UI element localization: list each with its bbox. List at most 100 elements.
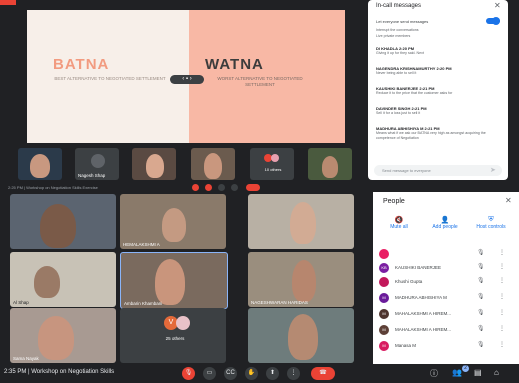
chat-icon[interactable]: ▤	[474, 368, 482, 377]
mic-icon[interactable]	[192, 184, 199, 191]
present-icon[interactable]	[231, 184, 238, 191]
close-icon[interactable]: ✕	[494, 1, 501, 10]
info-icon[interactable]: ⓘ	[430, 368, 438, 379]
video-tile[interactable]	[248, 194, 354, 249]
presentation-slide: BATNA BEST ALTERNATIVE TO NEGOTIATED SET…	[27, 10, 345, 143]
slide-navigation[interactable]: ‹ ▪ ›	[170, 75, 204, 84]
participant-video	[204, 153, 222, 179]
strip-tile[interactable]	[18, 148, 62, 180]
captions-icon[interactable]: CC	[224, 367, 237, 380]
mic-off-icon[interactable]: 🎙	[477, 277, 485, 284]
participant-row[interactable]: M MAHALAKSHMI A HIREM... 🎙 ⋮	[379, 324, 511, 337]
end-call-icon[interactable]: ☎	[311, 367, 335, 380]
participant-row[interactable]: M MAHALAKSHMI A HIREM... 🎙 ⋮	[379, 308, 511, 321]
mic-icon[interactable]: 🎙	[182, 367, 195, 380]
more-icon[interactable]: ⋮	[499, 341, 505, 348]
video-tile[interactable]: NAGESHWARAN HARIDAS	[248, 252, 354, 307]
present-icon[interactable]: ⬆	[266, 367, 279, 380]
video-tile[interactable]	[248, 308, 354, 363]
avatar: M	[379, 341, 389, 351]
participant-row[interactable]: M Manasa M 🎙 ⋮	[379, 340, 511, 353]
activities-icon[interactable]: ⌂	[494, 368, 499, 377]
bottom-control-bar: 2:35 PM | Workshop on Negotiation Skills…	[0, 364, 519, 383]
video-tile[interactable]: HEMALAKSHMI A	[120, 194, 226, 249]
people-title: People	[383, 198, 405, 205]
captions-icon[interactable]	[218, 184, 225, 191]
host-controls-label: Host controls	[476, 224, 506, 230]
participant-video	[155, 259, 185, 305]
participant-name: Al Shap	[13, 300, 29, 305]
add-people-button[interactable]: 👤 Add people	[425, 216, 465, 230]
message-text: Never being able to sell it	[376, 71, 417, 75]
chat-message-input[interactable]: Send message to everyone	[374, 165, 502, 176]
mic-off-icon[interactable]: 🎙	[477, 263, 485, 270]
allow-messages-toggle[interactable]	[486, 17, 500, 25]
more-icon[interactable]: ⋮	[499, 293, 505, 300]
mic-off-icon[interactable]: 🎙	[477, 341, 485, 348]
strip-tile[interactable]	[132, 148, 176, 180]
people-count-badge: 2	[462, 365, 469, 372]
participant-name: NAGESHWARAN HARIDAS	[251, 300, 308, 305]
mic-off-icon[interactable]: 🎙	[477, 309, 485, 316]
host-controls-button[interactable]: ⛨ Host controls	[471, 216, 511, 230]
more-icon[interactable]: ⋮	[499, 249, 505, 256]
avatar: M	[379, 309, 389, 319]
mic-off-icon[interactable]: 🎙	[477, 249, 485, 256]
participant-row[interactable]: KB KAUSHIKI BANERJEE 🎙 ⋮	[379, 262, 511, 275]
more-icon[interactable]: ⋮	[499, 277, 505, 284]
strip-tile[interactable]	[308, 148, 352, 180]
camera-icon[interactable]: ▭	[203, 367, 216, 380]
participant-video	[288, 314, 318, 360]
participant-video	[34, 266, 60, 298]
slide-right-panel: WATNA WORST ALTERNATIVE TO NEGOTIATED SE…	[189, 10, 345, 143]
more-icon[interactable]: ⋮	[287, 367, 300, 380]
people-icon[interactable]: 👥	[452, 368, 462, 377]
more-icon[interactable]: ⋮	[499, 263, 505, 270]
video-tile-active[interactable]: Ambarin Khambani	[120, 252, 228, 309]
mic-off-icon[interactable]: 🎙	[477, 293, 485, 300]
participant-row[interactable]: 🎙 ⋮	[379, 248, 511, 261]
people-panel: People ✕ 🔇 Mute all 👤 Add people ⛨ Host …	[373, 192, 519, 364]
participant-video	[40, 204, 76, 248]
hand-icon[interactable]: ✋	[245, 367, 258, 380]
watna-subtitle: WORST ALTERNATIVE TO NEGOTIATED SETTLEME…	[217, 76, 303, 87]
chat-info-line: Live private members	[376, 34, 411, 38]
participant-video	[162, 208, 186, 242]
slide-left-panel: BATNA BEST ALTERNATIVE TO NEGOTIATED SET…	[27, 10, 189, 143]
message-text: Giving it up for they said. Next	[376, 51, 424, 55]
mute-all-button[interactable]: 🔇 Mute all	[379, 216, 419, 230]
video-tile[interactable]	[10, 194, 116, 249]
more-icon[interactable]: ⋮	[499, 325, 505, 332]
video-tile[interactable]: Sama Nayak	[10, 308, 116, 363]
send-icon[interactable]: ➤	[490, 166, 496, 174]
video-gallery: HEMALAKSHMI A Al Shap Ambarin Khambani N…	[0, 192, 373, 364]
participant-name: Manasa M	[395, 343, 417, 348]
participant-video	[38, 316, 74, 360]
close-icon[interactable]: ✕	[505, 196, 512, 205]
top-meeting-bar: 2:25 PM | Workshop on Negotiation Skills…	[0, 183, 519, 192]
video-tile[interactable]: Al Shap	[10, 252, 116, 307]
meeting-details: 2:35 PM | Workshop on Negotiation Skills	[4, 369, 115, 375]
others-count: 25 others	[165, 336, 185, 341]
others-tile[interactable]: 10 others	[250, 148, 294, 180]
mute-all-label: Mute all	[390, 224, 408, 230]
participant-row[interactable]: Khushi Gupta 🎙 ⋮	[379, 276, 511, 289]
more-icon[interactable]: ⋮	[499, 309, 505, 316]
camera-icon[interactable]	[205, 184, 212, 191]
chat-title: In-call messages	[376, 3, 422, 9]
participant-video	[290, 202, 316, 244]
avatar	[176, 316, 190, 330]
mic-off-icon[interactable]: 🎙	[477, 325, 485, 332]
mute-icon: 🔇	[394, 217, 404, 224]
avatar	[271, 154, 279, 162]
strip-tile[interactable]: Nagesh Shap	[75, 148, 119, 180]
chat-message: NAGENDRA KRISHNAMURTHY 2:20 PM Never bei…	[376, 66, 502, 76]
participant-row[interactable]: M MADHURA ABHISHIYA M 🎙 ⋮	[379, 292, 511, 305]
add-person-icon: 👤	[440, 217, 450, 224]
chat-panel: In-call messages ✕ Let everyone send mes…	[368, 0, 508, 180]
shared-screen: BATNA BEST ALTERNATIVE TO NEGOTIATED SET…	[0, 0, 519, 191]
others-tile[interactable]: V 25 others	[120, 308, 226, 363]
strip-tile[interactable]	[191, 148, 235, 180]
participant-video	[322, 156, 338, 178]
end-call-icon[interactable]	[246, 184, 260, 191]
